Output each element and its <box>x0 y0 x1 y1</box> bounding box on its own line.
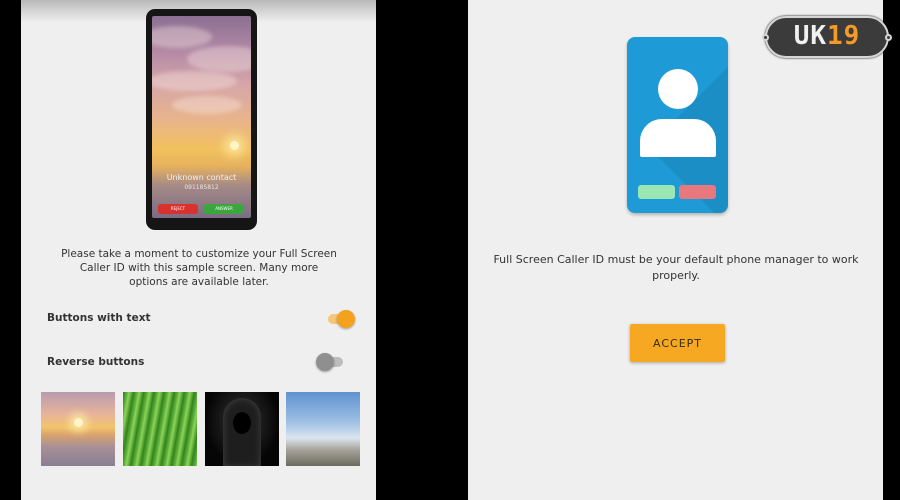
phone-contact-icon <box>627 37 728 213</box>
background-thumb-sky-hills[interactable] <box>286 392 360 466</box>
intro-text: Please take a moment to customize your F… <box>61 248 337 288</box>
default-manager-screen: Full Screen Caller ID must be your defau… <box>468 0 883 500</box>
customize-screen: Unknown contact 091185812 REJECT ANSWER … <box>21 0 376 500</box>
background-thumb-grass[interactable] <box>123 392 197 466</box>
background-thumb-hooded-figure[interactable] <box>205 392 279 466</box>
watermark-logo: UK19 <box>762 16 892 58</box>
answer-icon-bar <box>638 185 675 199</box>
preview-phone: Unknown contact 091185812 REJECT ANSWER <box>146 9 257 230</box>
avatar-body-icon <box>640 119 716 157</box>
setting-label-buttons-with-text: Buttons with text <box>47 312 151 324</box>
preview-contact-number: 091185812 <box>184 184 219 191</box>
toggle-knob <box>337 310 355 328</box>
default-manager-notice: Full Screen Caller ID must be your defau… <box>493 253 859 282</box>
accept-button[interactable]: ACCEPT <box>630 324 725 362</box>
decline-icon-bar <box>679 185 716 199</box>
avatar-head-icon <box>658 69 698 109</box>
toggle-buttons-with-text[interactable] <box>325 309 355 329</box>
background-thumb-sunset[interactable] <box>41 392 115 466</box>
watermark-text: UK19 <box>793 21 861 51</box>
preview-phone-screen: Unknown contact 091185812 REJECT ANSWER <box>152 16 251 218</box>
video-frame: Unknown contact 091185812 REJECT ANSWER … <box>0 0 900 500</box>
preview-answer-button: ANSWER <box>204 204 244 214</box>
setting-label-reverse-buttons: Reverse buttons <box>47 356 145 368</box>
preview-contact-name: Unknown contact <box>166 173 237 182</box>
toggle-knob <box>316 353 334 371</box>
sun-graphic <box>230 141 239 150</box>
preview-decline-button: REJECT <box>158 204 198 214</box>
toggle-reverse-buttons[interactable] <box>316 352 346 372</box>
